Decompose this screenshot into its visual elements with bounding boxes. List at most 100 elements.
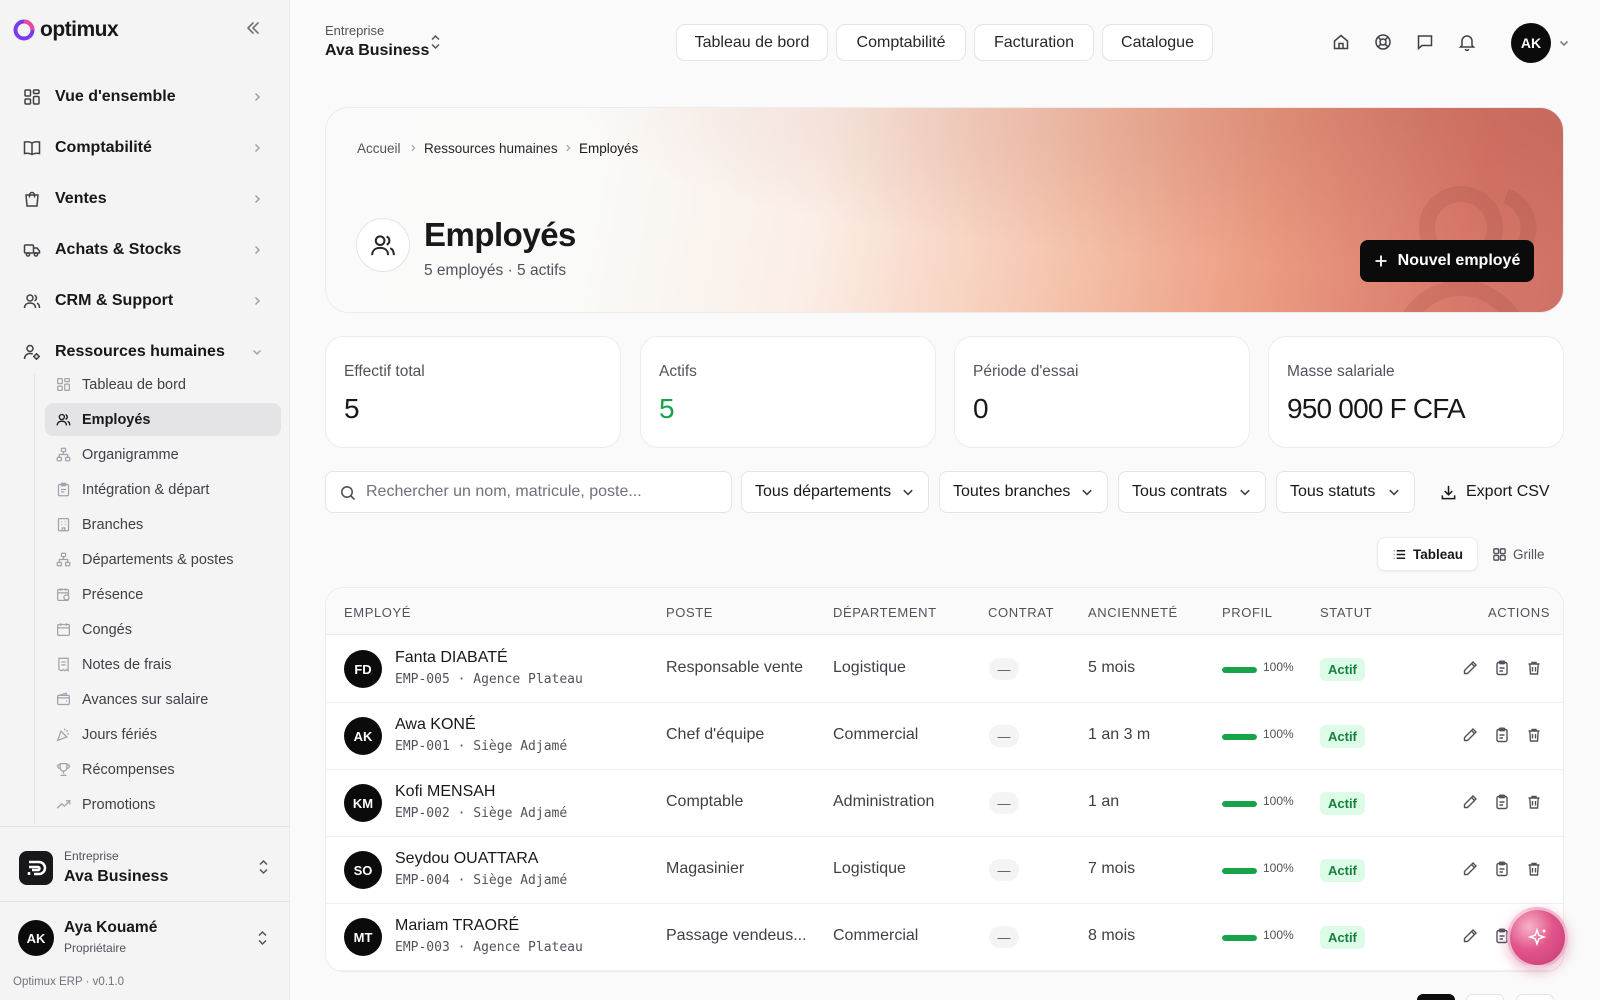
pagination-page-2[interactable] [1466, 994, 1504, 1000]
status-badge: Actif [1320, 658, 1365, 681]
chevron-right-icon [254, 92, 261, 102]
sidebar-subitem-presence[interactable]: Présence [45, 578, 281, 611]
edit-icon[interactable] [1462, 928, 1478, 944]
view-table-toggle[interactable]: Tableau [1377, 537, 1479, 571]
employee-avatar: MT [344, 918, 382, 956]
clipboard-icon[interactable] [1494, 794, 1510, 810]
edit-icon[interactable] [1462, 861, 1478, 877]
edit-icon[interactable] [1462, 727, 1478, 743]
sidebar-subitem-label: Intégration & départ [82, 481, 210, 498]
sidebar-item-label: Ventes [55, 190, 107, 207]
column-header[interactable]: ANCIENNETÉ [1088, 605, 1178, 620]
clipboard-icon[interactable] [1494, 861, 1510, 877]
calendar-clock-icon [57, 588, 70, 601]
table-row[interactable]: AK Awa KONÉ EMP-001 · Siège Adjamé Chef … [326, 702, 1563, 770]
collapse-sidebar-icon[interactable] [246, 21, 260, 35]
column-header[interactable]: POSTE [666, 605, 713, 620]
trash-icon[interactable] [1526, 660, 1542, 676]
breadcrumb-ressources-humaines[interactable]: Ressources humaines [424, 141, 558, 156]
column-header[interactable]: DÉPARTEMENT [833, 605, 937, 620]
edit-icon[interactable] [1462, 794, 1478, 810]
bell-icon[interactable] [1458, 33, 1476, 51]
sidebar-subitem-notes-de-frais[interactable]: Notes de frais [45, 648, 281, 681]
chevrons-up-down-icon [258, 930, 267, 946]
page-icon [356, 218, 410, 272]
sidebar-item-achats-stocks[interactable]: Achats & Stocks [14, 228, 276, 272]
pagination-next[interactable] [1516, 994, 1554, 1000]
sidebar-item-vue-ensemble[interactable]: Vue d'ensemble [14, 75, 276, 119]
trash-icon[interactable] [1526, 727, 1542, 743]
table-row[interactable]: SO Seydou OUATTARA EMP-004 · Siège Adjam… [326, 836, 1563, 904]
branch-filter[interactable]: Toutes branches [939, 471, 1108, 513]
sidebar-subitem-departements-postes[interactable]: Départements & postes [45, 543, 281, 576]
message-icon[interactable] [1416, 33, 1434, 51]
clipboard-icon[interactable] [1494, 727, 1510, 743]
ai-assistant-button[interactable] [1507, 907, 1568, 968]
column-header[interactable]: CONTRAT [988, 605, 1054, 620]
sidebar-item-crm-support[interactable]: CRM & Support [14, 279, 276, 323]
pagination-page-1[interactable] [1417, 994, 1455, 1000]
column-header[interactable]: EMPLOYÉ [344, 605, 411, 620]
chevron-down-icon [252, 349, 262, 356]
sidebar-item-ventes[interactable]: Ventes [14, 177, 276, 221]
clipboard-icon[interactable] [1494, 660, 1510, 676]
sidebar-subitem-integration-depart[interactable]: Intégration & départ [45, 473, 281, 506]
tab-tableau-de-bord[interactable]: Tableau de bord [676, 24, 828, 61]
employee-name[interactable]: Kofi MENSAH [395, 783, 495, 801]
support-icon[interactable] [1374, 33, 1392, 51]
department-filter[interactable]: Tous départements [741, 471, 929, 513]
breadcrumb-accueil[interactable]: Accueil [357, 141, 401, 156]
chevron-right-icon [254, 143, 261, 153]
tab-facturation[interactable]: Facturation [974, 24, 1094, 61]
employee-name[interactable]: Awa KONÉ [395, 716, 476, 734]
view-table-label: Tableau [1413, 546, 1464, 562]
trash-icon[interactable] [1526, 794, 1542, 810]
receipt-icon [58, 657, 69, 672]
user-role: Propriétaire [64, 941, 127, 955]
topbar-user-avatar[interactable]: AK [1511, 23, 1551, 63]
home-icon[interactable] [1332, 33, 1350, 51]
sidebar-item-ressources-humaines[interactable]: Ressources humaines [14, 330, 276, 374]
employee-name[interactable]: Fanta DIABATÉ [395, 649, 508, 667]
brand-logo[interactable]: optimux [12, 18, 119, 42]
sidebar-subitem-tableau-de-bord[interactable]: Tableau de bord [45, 374, 281, 401]
export-csv-button[interactable]: Export CSV [1426, 471, 1564, 513]
new-employee-button[interactable]: Nouvel employé [1360, 240, 1534, 282]
employee-name[interactable]: Seydou OUATTARA [395, 850, 538, 868]
trash-icon[interactable] [1526, 861, 1542, 877]
stat-card-actifs: Actifs 5 [640, 336, 936, 448]
stat-label: Effectif total [344, 363, 425, 380]
view-grid-toggle[interactable]: Grille [1478, 537, 1559, 571]
chevron-down-icon[interactable] [1559, 38, 1569, 48]
users-icon [56, 413, 71, 426]
sidebar-item-comptabilite[interactable]: Comptabilité [14, 126, 276, 170]
tab-catalogue[interactable]: Catalogue [1102, 24, 1213, 61]
employee-poste: Chef d'équipe [666, 726, 765, 743]
user-avatar: AK [18, 920, 54, 956]
column-header[interactable]: PROFIL [1222, 605, 1273, 620]
sidebar-subitem-avances-salaire[interactable]: Avances sur salaire [45, 683, 281, 716]
contract-filter[interactable]: Tous contrats [1118, 471, 1266, 513]
sidebar-subitem-recompenses[interactable]: Récompenses [45, 753, 281, 786]
sidebar-subitem-branches[interactable]: Branches [45, 508, 281, 541]
edit-icon[interactable] [1462, 660, 1478, 676]
profile-progress-bar [1222, 667, 1257, 673]
employee-poste: Responsable vente [666, 659, 803, 676]
chevron-down-icon [1389, 489, 1399, 496]
stat-label: Masse salariale [1287, 363, 1395, 380]
company-switcher[interactable]: Entreprise Ava Business [0, 826, 290, 902]
status-filter[interactable]: Tous statuts [1276, 471, 1415, 513]
table-row[interactable]: FD Fanta DIABATÉ EMP-005 · Agence Platea… [326, 635, 1563, 703]
sidebar-subitem-employes[interactable]: Employés [45, 403, 281, 436]
profile-progress-fill [1222, 935, 1257, 941]
tab-comptabilite[interactable]: Comptabilité [836, 24, 966, 61]
sidebar-subitem-promotions[interactable]: Promotions [45, 788, 281, 821]
search-input[interactable] [366, 472, 716, 512]
table-row[interactable]: MT Mariam TRAORÉ EMP-003 · Agence Platea… [326, 903, 1563, 971]
user-menu[interactable]: AK Aya Kouamé Propriétaire [0, 902, 290, 972]
sidebar-subitem-conges[interactable]: Congés [45, 613, 281, 646]
employee-name[interactable]: Mariam TRAORÉ [395, 917, 519, 935]
sidebar-subitem-jours-feries[interactable]: Jours fériés [45, 718, 281, 751]
sidebar-subitem-organigramme[interactable]: Organigramme [45, 438, 281, 471]
table-row[interactable]: KM Kofi MENSAH EMP-002 · Siège Adjamé Co… [326, 769, 1563, 837]
